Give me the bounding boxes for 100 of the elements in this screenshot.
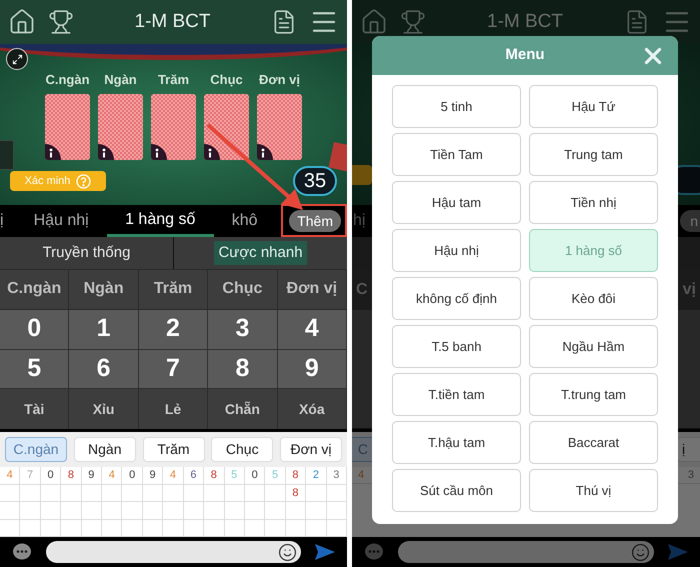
history-cell <box>163 502 184 520</box>
menu-option-button[interactable]: T.tiền tam <box>392 373 521 416</box>
digit-key[interactable]: 4 <box>278 310 347 350</box>
bet-type-tab[interactable]: ị <box>0 205 6 237</box>
info-icon[interactable] <box>257 144 273 160</box>
menu-option-button[interactable]: T.hậu tam <box>392 421 521 464</box>
history-cell <box>0 484 20 502</box>
menu-option-button[interactable]: Baccarat <box>529 421 658 464</box>
history-cell <box>224 484 245 502</box>
digit-key[interactable]: 8 <box>208 350 278 390</box>
history-cell: 5 <box>265 467 286 484</box>
history-cell <box>82 502 102 520</box>
digit-key[interactable]: 9 <box>278 350 347 390</box>
history-number: 3 <box>688 468 694 483</box>
chat-bubble-icon[interactable] <box>12 543 32 561</box>
digit-key[interactable]: 0 <box>0 310 70 350</box>
menu-option-button[interactable]: T.trung tam <box>529 373 658 416</box>
history-cell <box>142 502 164 520</box>
menu-option-button[interactable]: Thú vị <box>529 469 658 512</box>
action-key[interactable]: Xỉu <box>69 389 139 429</box>
history-cell <box>326 484 347 502</box>
card-back[interactable] <box>45 94 90 160</box>
menu-option-button[interactable]: Ngầu Hầm <box>529 325 658 368</box>
digit-key[interactable]: 7 <box>138 350 208 390</box>
chat-input-field[interactable] <box>46 541 301 563</box>
history-cell <box>0 502 20 520</box>
digit-key[interactable]: 6 <box>69 350 139 390</box>
card-back[interactable] <box>98 94 143 160</box>
position-key[interactable]: Chục <box>208 270 278 310</box>
bet-type-tab[interactable]: Hậu nhị <box>32 205 91 237</box>
history-cell: 4 <box>102 467 122 484</box>
menu-option-button[interactable]: 5 tinh <box>392 85 521 128</box>
history-cell <box>286 502 306 520</box>
history-number: 4 <box>358 468 364 483</box>
history-cell: 0 <box>244 467 266 484</box>
menu-option-button[interactable]: Sút cầu môn <box>392 469 521 512</box>
info-icon[interactable] <box>45 144 61 160</box>
history-cell <box>326 502 347 520</box>
menu-option-button[interactable]: Kèo đôi <box>529 277 658 320</box>
menu-option-button[interactable]: Trung tam <box>529 133 658 176</box>
digit-key[interactable]: 5 <box>0 350 70 390</box>
position-chip[interactable]: Chục <box>211 437 274 462</box>
menu-option-button[interactable]: Hậu tam <box>392 181 521 224</box>
history-cell: 8 <box>286 484 306 502</box>
bet-type-tab[interactable]: khô <box>230 205 260 237</box>
fullscreen-icon <box>12 54 22 64</box>
highlight-frame <box>281 204 347 237</box>
card-back[interactable] <box>204 94 249 160</box>
history-cell: 0 <box>122 467 143 484</box>
info-icon[interactable] <box>98 144 114 160</box>
more-button[interactable]: Thêm <box>289 210 341 232</box>
menu-option-button[interactable]: Hậu Tứ <box>529 85 658 128</box>
action-key[interactable]: Tài <box>0 389 70 429</box>
history-cell <box>20 484 41 502</box>
action-key[interactable]: Lẻ <box>138 389 208 429</box>
position-key[interactable]: Trăm <box>138 270 208 310</box>
history-cell <box>306 484 327 502</box>
position-label: Chục <box>209 71 244 89</box>
history-cell <box>244 484 266 502</box>
history-cell <box>122 502 143 520</box>
chat-input-field[interactable] <box>398 541 654 563</box>
fullscreen-button[interactable] <box>6 48 28 70</box>
history-cell <box>184 502 204 520</box>
history-cell <box>306 502 327 520</box>
history-cell <box>244 502 266 520</box>
digit-key[interactable]: 1 <box>69 310 139 350</box>
menu-option-button[interactable]: Hậu nhị <box>392 229 521 272</box>
history-cell <box>224 502 245 520</box>
position-chip[interactable]: ị <box>677 437 700 462</box>
mode-tab[interactable]: Truyền thống <box>38 240 134 266</box>
menu-option-button[interactable]: Tiền Tam <box>392 133 521 176</box>
position-chip[interactable]: Đơn vị <box>280 437 342 462</box>
menu-option-button[interactable]: không cố định <box>392 277 521 320</box>
action-key[interactable]: Chẵn <box>208 389 278 429</box>
history-cell <box>102 502 122 520</box>
action-key[interactable]: Xóa <box>278 389 347 429</box>
position-chip[interactable]: Ngàn <box>74 437 136 462</box>
history-cell: 2 <box>306 467 327 484</box>
menu-option-button[interactable]: Tiền nhị <box>529 181 658 224</box>
send-icon[interactable] <box>315 544 335 560</box>
menu-option-button[interactable]: T.5 banh <box>392 325 521 368</box>
trophy-icon[interactable] <box>48 9 74 35</box>
card-back[interactable] <box>257 94 302 160</box>
position-key[interactable]: Đơn vị <box>278 270 347 310</box>
history-cell <box>61 484 82 502</box>
history-cell: 8 <box>61 467 82 484</box>
mode-tab[interactable]: Cược nhanh <box>214 240 307 266</box>
info-icon[interactable] <box>204 144 220 160</box>
position-chip[interactable]: Trăm <box>142 437 204 462</box>
digit-key[interactable]: 2 <box>138 310 208 350</box>
card-back[interactable] <box>151 94 196 160</box>
position-key[interactable]: Ngàn <box>69 270 139 310</box>
position-key[interactable]: C.ngàn <box>0 270 70 310</box>
history-cell: 9 <box>82 467 102 484</box>
info-icon[interactable] <box>151 144 167 160</box>
history-cell: 4 <box>0 467 20 484</box>
digit-key[interactable]: 3 <box>208 310 278 350</box>
history-cell <box>204 502 225 520</box>
emoji-icon[interactable] <box>278 542 297 562</box>
home-icon[interactable] <box>8 8 36 36</box>
